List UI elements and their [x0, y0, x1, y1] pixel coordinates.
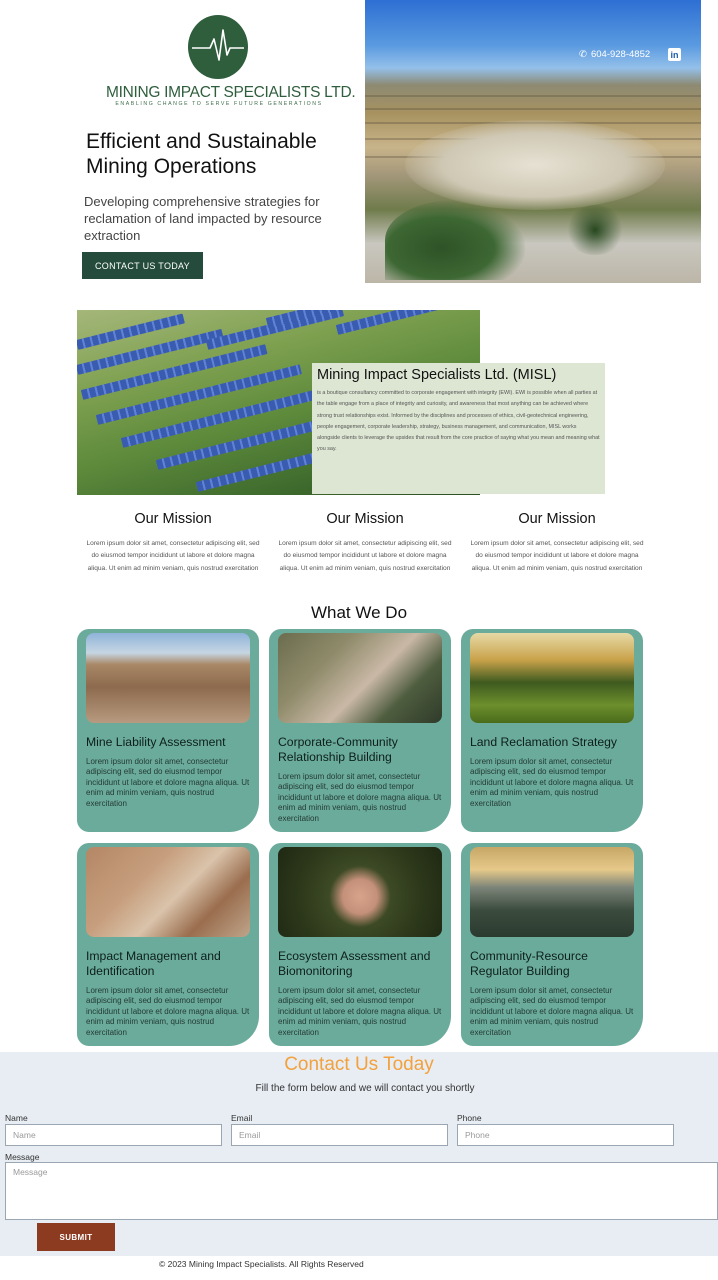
contact-title: Contact Us Today — [284, 1054, 434, 1075]
service-text: Lorem ipsum dolor sit amet, consectetur … — [86, 757, 250, 808]
mission-column: Our Mission Lorem ipsum dolor sit amet, … — [467, 510, 647, 575]
name-label: Name — [5, 1113, 28, 1123]
phone-input[interactable] — [457, 1124, 674, 1146]
mission-text: Lorem ipsum dolor sit amet, consectetur … — [278, 540, 452, 572]
mission-column: Our Mission Lorem ipsum dolor sit amet, … — [275, 510, 455, 575]
message-label: Message — [5, 1152, 40, 1162]
open-pit-mine-image — [365, 0, 701, 283]
mission-title: Our Mission — [134, 511, 212, 527]
brand-tagline: ENABLING CHANGE TO SERVE FUTURE GENERATI… — [115, 101, 323, 107]
mine-equipment-image — [86, 633, 250, 723]
brand-name[interactable]: MINING IMPACT SPECIALISTS LTD. — [106, 84, 356, 102]
heartbeat-line-icon — [192, 29, 244, 61]
service-card[interactable]: Ecosystem Assessment and Biomonitoring L… — [269, 843, 451, 1046]
phone-icon: ✆ — [579, 49, 587, 60]
hero-title: Efficient and Sustainable Mining Operati… — [86, 130, 317, 178]
sunset-tree-image — [470, 633, 634, 723]
hero-subtitle: Developing comprehensive strategies for … — [84, 194, 322, 243]
service-text: Lorem ipsum dolor sit amet, consectetur … — [470, 757, 634, 808]
logo-icon[interactable] — [188, 15, 248, 79]
service-card[interactable]: Impact Management and Identification Lor… — [77, 843, 259, 1046]
aerial-site-image — [86, 847, 250, 937]
phone-label: Phone — [457, 1113, 482, 1123]
service-title: Corporate-Community Relationship Buildin… — [278, 735, 398, 764]
service-text: Lorem ipsum dolor sit amet, consectetur … — [278, 772, 442, 823]
phone-number: 604-928-4852 — [590, 49, 651, 60]
contact-us-button[interactable]: CONTACT US TODAY — [82, 252, 203, 279]
contact-subtitle: Fill the form below and we will contact … — [255, 1083, 475, 1094]
header-phone[interactable]: ✆ 604-928-4852 — [579, 49, 650, 60]
service-card[interactable]: Land Reclamation Strategy Lorem ipsum do… — [461, 629, 643, 832]
mission-text: Lorem ipsum dolor sit amet, consectetur … — [470, 540, 644, 572]
service-card[interactable]: Corporate-Community Relationship Buildin… — [269, 629, 451, 832]
service-title: Ecosystem Assessment and Biomonitoring — [278, 949, 431, 978]
service-title: Impact Management and Identification — [86, 949, 221, 978]
services-title: What We Do — [310, 603, 408, 622]
service-text: Lorem ipsum dolor sit amet, consectetur … — [470, 986, 634, 1037]
wind-turbine-image — [470, 847, 634, 937]
name-input[interactable] — [5, 1124, 222, 1146]
about-title: Mining Impact Specialists Ltd. (MISL) — [317, 367, 557, 383]
linkedin-icon[interactable]: in — [668, 48, 681, 61]
service-text: Lorem ipsum dolor sit amet, consectetur … — [278, 986, 442, 1037]
hands-soil-image — [278, 847, 442, 937]
mission-title: Our Mission — [326, 511, 404, 527]
service-title: Community-Resource Regulator Building — [470, 949, 588, 978]
mission-column: Our Mission Lorem ipsum dolor sit amet, … — [83, 510, 263, 575]
service-title: Mine Liability Assessment — [86, 735, 226, 749]
email-label: Email — [231, 1113, 253, 1123]
service-card[interactable]: Community-Resource Regulator Building Lo… — [461, 843, 643, 1046]
about-card: Mining Impact Specialists Ltd. (MISL) is… — [312, 363, 605, 494]
service-card[interactable]: Mine Liability Assessment Lorem ipsum do… — [77, 629, 259, 832]
mission-text: Lorem ipsum dolor sit amet, consectetur … — [86, 540, 260, 572]
message-textarea[interactable] — [5, 1162, 718, 1220]
service-title: Land Reclamation Strategy — [470, 735, 618, 749]
footer-copyright: © 2023 Mining Impact Specialists. All Ri… — [159, 1259, 364, 1269]
community-meeting-image — [278, 633, 442, 723]
mission-title: Our Mission — [518, 511, 596, 527]
email-input[interactable] — [231, 1124, 448, 1146]
service-text: Lorem ipsum dolor sit amet, consectetur … — [86, 986, 250, 1037]
about-body: is a boutique consultancy committed to c… — [317, 390, 600, 453]
submit-button[interactable]: SUBMIT — [37, 1223, 115, 1251]
